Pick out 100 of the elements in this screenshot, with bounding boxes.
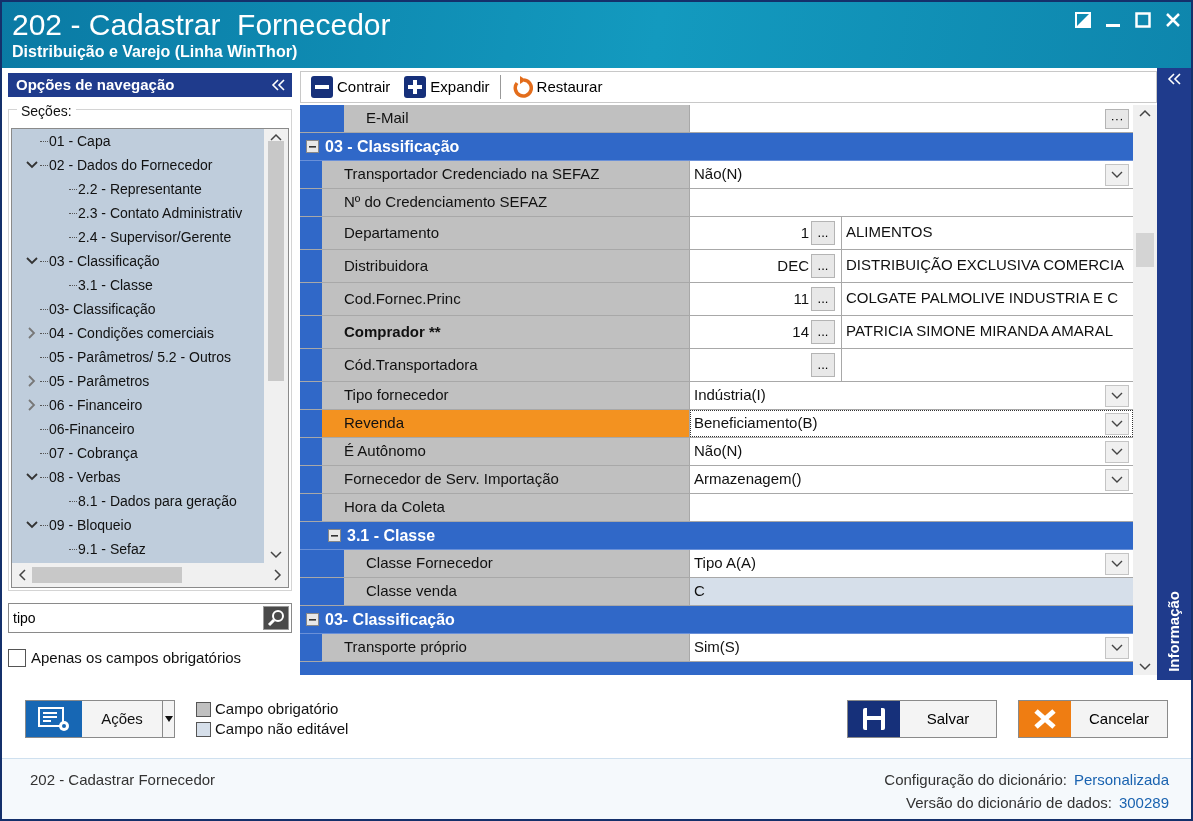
tree-item[interactable]: 8.1 - Dados para geração (78, 490, 237, 512)
code-field[interactable]: 1 ... (690, 217, 842, 249)
dropdown-field[interactable]: Não(N) (690, 161, 1133, 188)
plus-icon (404, 76, 427, 98)
tree-item[interactable]: 05 - Parâmetros (49, 370, 150, 392)
scrollbar[interactable] (1133, 105, 1157, 675)
minus-icon (311, 76, 333, 98)
dropdown-field[interactable]: Armazenagem() (690, 466, 1133, 493)
indent-bar (300, 438, 322, 465)
indent-bar (300, 189, 322, 216)
chevron-up-icon[interactable] (270, 133, 282, 141)
toolbar-button[interactable]: Restaurar (506, 73, 607, 101)
tree-item[interactable]: 08 - Verbas (49, 466, 121, 488)
chevron-up-icon[interactable] (1139, 109, 1151, 117)
collapse-icon[interactable] (328, 529, 341, 542)
tree-item[interactable]: 07 - Cobrança (49, 442, 138, 464)
tree-item[interactable]: 06 - Financeiro (49, 394, 143, 416)
panel-title[interactable]: Informação (1162, 591, 1186, 672)
chevron-down-icon[interactable] (1111, 419, 1123, 428)
lookup-button[interactable]: ... (811, 353, 835, 377)
tree-item[interactable]: 9.1 - Sefaz (78, 538, 146, 560)
chevron-down-icon[interactable] (270, 551, 282, 560)
close-icon[interactable] (1165, 12, 1181, 28)
tree-item[interactable]: 2.3 - Contato Administrativ (78, 202, 243, 224)
tree-item[interactable]: 02 - Dados do Fornecedor (49, 154, 213, 176)
lookup-button[interactable]: ... (811, 287, 835, 311)
collapse-icon[interactable] (306, 140, 319, 153)
chevron-down-icon[interactable] (26, 521, 38, 529)
form-name: 202 - Cadastrar Fornecedor (30, 770, 216, 790)
search-field[interactable]: tipo (8, 603, 292, 633)
actions-button[interactable]: Ações (25, 700, 175, 738)
code-field[interactable]: 14 ... (690, 316, 842, 348)
tree-item[interactable]: 04 - Condições comerciais (49, 322, 214, 344)
chevron-down-icon[interactable] (1111, 643, 1123, 652)
search-icon[interactable] (263, 606, 289, 630)
code-field[interactable]: DEC ... (690, 250, 842, 282)
read-only-field: C (690, 578, 1133, 605)
text-field[interactable]: ··· (690, 105, 1133, 132)
checkbox[interactable] (8, 649, 26, 668)
snap-icon[interactable] (1075, 12, 1091, 28)
dropdown-field[interactable]: Tipo A(A) (690, 550, 1133, 577)
ellipsis-button[interactable]: ··· (1105, 108, 1129, 129)
chevron-down-icon[interactable] (1111, 475, 1123, 484)
cancel-button[interactable]: Cancelar (1018, 700, 1168, 738)
chevron-left-icon[interactable] (18, 569, 26, 582)
toolbar-button[interactable]: Expandir (400, 73, 494, 101)
indent-bar (300, 105, 344, 132)
indent-bar (300, 382, 322, 409)
chevron-down-icon[interactable] (26, 257, 38, 265)
lookup-button[interactable]: ... (811, 254, 835, 278)
scrollbar-thumb[interactable] (1136, 233, 1154, 267)
chevron-down-icon[interactable] (1139, 663, 1151, 671)
indent-bar (300, 466, 322, 493)
group-header[interactable]: 3.1 - Classe (300, 522, 1133, 550)
chevron-down-icon[interactable] (26, 473, 38, 481)
indent-bar (300, 550, 344, 577)
indent-bar (300, 410, 322, 437)
indent-bar (300, 161, 322, 188)
dropdown-field[interactable]: Indústria(I) (690, 382, 1133, 409)
legend-label: Campo não editável (215, 719, 349, 739)
tree-item[interactable]: 3.1 - Classe (78, 274, 153, 296)
caret-icon[interactable] (164, 716, 173, 722)
window-title: 202 - Cadastrar Fornecedor (12, 8, 391, 42)
chevron-down-icon[interactable] (1111, 170, 1123, 179)
dropdown-field[interactable]: Beneficiamento(B) (690, 410, 1133, 437)
tree-item[interactable]: 2.2 - Representante (78, 178, 202, 200)
chevron-down-icon[interactable] (1111, 447, 1123, 456)
tree-item[interactable]: 01 - Capa (49, 130, 111, 152)
indent-bar (300, 283, 322, 315)
tree-item[interactable]: 06-Financeiro (49, 418, 135, 440)
chevron-down-icon[interactable] (1111, 391, 1123, 400)
status-value: Personalizada (1073, 770, 1169, 790)
tree-item[interactable]: 2.4 - Supervisor/Gerente (78, 226, 232, 248)
group-header[interactable]: 03 - Classificação (300, 133, 1133, 161)
toolbar-button[interactable]: Contrair (307, 73, 395, 101)
lookup-button[interactable]: ... (811, 221, 835, 245)
dropdown-field[interactable]: Não(N) (690, 438, 1133, 465)
dropdown-field[interactable]: Sim(S) (690, 634, 1133, 661)
field-label[interactable]: Revenda (322, 410, 690, 437)
maximize-icon[interactable] (1135, 12, 1151, 28)
horizontal-scrollbar[interactable] (12, 563, 288, 587)
checkbox-label[interactable]: Apenas os campos obrigatórios (31, 647, 242, 670)
indent-bar (300, 349, 322, 381)
group-header[interactable]: 03- Classificação (300, 606, 1133, 634)
scrollbar-thumb[interactable] (32, 567, 182, 584)
tree-item[interactable]: 03- Classificação (49, 298, 156, 320)
tree-item[interactable]: 09 - Bloqueio (49, 514, 132, 536)
chevron-right-icon[interactable] (274, 569, 282, 582)
code-field[interactable]: 11 ... (690, 283, 842, 315)
legend-label: Campo obrigatório (215, 699, 339, 719)
tree-item[interactable]: 03 - Classificação (49, 250, 160, 272)
chevron-down-icon[interactable] (26, 161, 38, 169)
lookup-button[interactable]: ... (811, 320, 835, 344)
collapse-icon[interactable] (306, 613, 319, 626)
save-button[interactable]: Salvar (847, 700, 997, 738)
panel-title: Opções de navegação (16, 74, 175, 95)
scrollbar[interactable] (264, 129, 288, 564)
scrollbar-thumb[interactable] (268, 141, 284, 382)
chevron-down-icon[interactable] (1111, 559, 1123, 568)
tree-item[interactable]: 05 - Parâmetros/ 5.2 - Outros (49, 346, 232, 368)
